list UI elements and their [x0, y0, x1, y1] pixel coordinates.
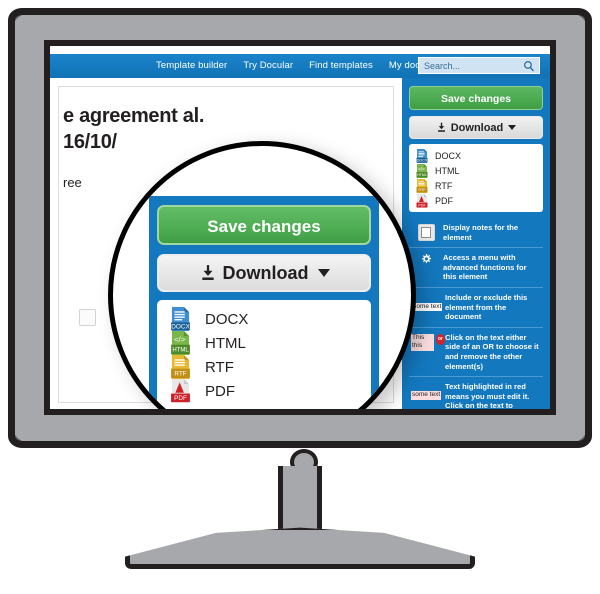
- download-button-label: Download: [450, 121, 504, 134]
- format-label: RTF: [205, 358, 234, 376]
- monitor-stand-base: [125, 527, 475, 569]
- nav-link-try-docular[interactable]: Try Docular: [235, 54, 301, 78]
- rtf-file-icon: RTF: [416, 178, 428, 193]
- magnifier-lens: Save changes Download DOCX DOCX </> HTML…: [108, 141, 424, 409]
- svg-text:RTF: RTF: [418, 188, 426, 192]
- search-placeholder: Search...: [424, 60, 461, 71]
- legend-text: Include or exclude this element from the…: [445, 292, 528, 322]
- magnifier-glass: Save changes Download DOCX DOCX </> HTML…: [108, 141, 416, 409]
- format-option-pdf[interactable]: PDF PDF: [157, 379, 371, 403]
- monitor-stand-neck: [278, 466, 322, 538]
- screen-content: e agreement al. 16/10/ ree COMPANY NAME …: [50, 46, 550, 409]
- format-option-docx[interactable]: DOCX DOCX: [409, 148, 543, 163]
- notes-icon[interactable]: [79, 309, 96, 326]
- format-option-html[interactable]: </> HTML HTML: [157, 331, 371, 355]
- format-label: PDF: [205, 382, 235, 400]
- html-file-icon: </> HTML: [171, 331, 190, 355]
- legend-text: Access a menu with advanced functions fo…: [443, 253, 527, 282]
- format-label: DOCX: [435, 150, 462, 161]
- download-format-menu: DOCX DOCX </> HTML HTML RTF RTF PDF PDF: [409, 144, 543, 212]
- format-label: RTF: [435, 180, 453, 191]
- legend-item-notes: Display notes for the element: [409, 218, 543, 247]
- download-format-menu: DOCX DOCX </> HTML HTML RTF RTF PDF PDF: [157, 300, 371, 409]
- chevron-down-icon: [508, 125, 517, 130]
- svg-text:DOCX: DOCX: [417, 158, 428, 162]
- chevron-down-icon: [317, 269, 330, 277]
- legend-list: Display notes for the element Access a m…: [409, 218, 543, 409]
- svg-text:HTML: HTML: [172, 348, 189, 354]
- legend-item-or-choice: This this or Click on the text either si…: [409, 326, 543, 376]
- download-icon: [201, 265, 214, 280]
- tools-sidebar: Save changes Download DOCX DOCX </> HTML…: [402, 78, 550, 409]
- nav-link-template-builder[interactable]: Template builder: [148, 54, 235, 78]
- format-option-html[interactable]: </> HTML HTML: [409, 163, 543, 178]
- pdf-file-icon: PDF: [171, 379, 190, 403]
- format-option-docx[interactable]: DOCX DOCX: [157, 307, 371, 331]
- docx-file-icon: DOCX: [171, 307, 190, 331]
- save-changes-button[interactable]: Save changes: [157, 205, 371, 245]
- legend-item-red-text: some text Text highlighted in red means …: [409, 376, 543, 409]
- save-changes-button[interactable]: Save changes: [409, 86, 543, 110]
- legend-item-include-exclude: Some text Include or exclude this elemen…: [409, 286, 543, 327]
- search-input[interactable]: Search...: [418, 57, 540, 74]
- gear-icon[interactable]: [421, 254, 432, 265]
- notes-icon[interactable]: [417, 224, 435, 241]
- svg-text:</>: </>: [418, 166, 425, 171]
- nav-link-find-templates[interactable]: Find templates: [301, 54, 381, 78]
- or-badge: or: [435, 333, 445, 345]
- format-option-rtf[interactable]: RTF RTF: [157, 355, 371, 379]
- document-heading-line1: e agreement al.: [63, 105, 205, 127]
- format-label: HTML: [435, 165, 460, 176]
- rtf-file-icon: RTF: [171, 355, 190, 379]
- legend-text: Display notes for the element: [443, 223, 519, 242]
- docx-file-icon: DOCX: [416, 148, 428, 163]
- svg-text:PDF: PDF: [174, 395, 187, 402]
- legend-text: Text highlighted in red means you must e…: [445, 382, 530, 409]
- document-subtext: ree: [63, 175, 82, 190]
- format-option-rtf[interactable]: RTF RTF: [409, 178, 543, 193]
- app-navbar: Template builder Try Docular Find templa…: [50, 54, 550, 78]
- pdf-file-icon: PDF: [416, 193, 428, 208]
- download-icon: [437, 122, 445, 132]
- svg-text:HTML: HTML: [417, 173, 427, 177]
- legend-item-menu: Access a menu with advanced functions fo…: [409, 247, 543, 287]
- legend-text: Click on the text either side of an OR t…: [445, 332, 539, 371]
- nav-links: Template builder Try Docular Find templa…: [148, 54, 460, 78]
- format-label: PDF: [435, 195, 453, 206]
- format-label: HTML: [205, 334, 246, 352]
- svg-text:</>: </>: [174, 335, 186, 344]
- svg-text:RTF: RTF: [174, 371, 186, 378]
- download-button-label: Download: [222, 262, 309, 283]
- format-option-pdf[interactable]: PDF PDF: [409, 193, 543, 208]
- magnified-content: Save changes Download DOCX DOCX </> HTML…: [149, 196, 379, 409]
- search-icon[interactable]: [523, 60, 535, 72]
- download-button[interactable]: Download: [409, 116, 543, 139]
- html-file-icon: </> HTML: [416, 163, 428, 178]
- download-button[interactable]: Download: [157, 254, 371, 292]
- svg-text:PDF: PDF: [418, 203, 426, 207]
- monitor-illustration: e agreement al. 16/10/ ree COMPANY NAME …: [8, 8, 592, 475]
- magnified-tools-panel: Save changes Download DOCX DOCX </> HTML…: [149, 196, 379, 409]
- svg-text:DOCX: DOCX: [171, 323, 190, 330]
- format-label: DOCX: [205, 310, 249, 328]
